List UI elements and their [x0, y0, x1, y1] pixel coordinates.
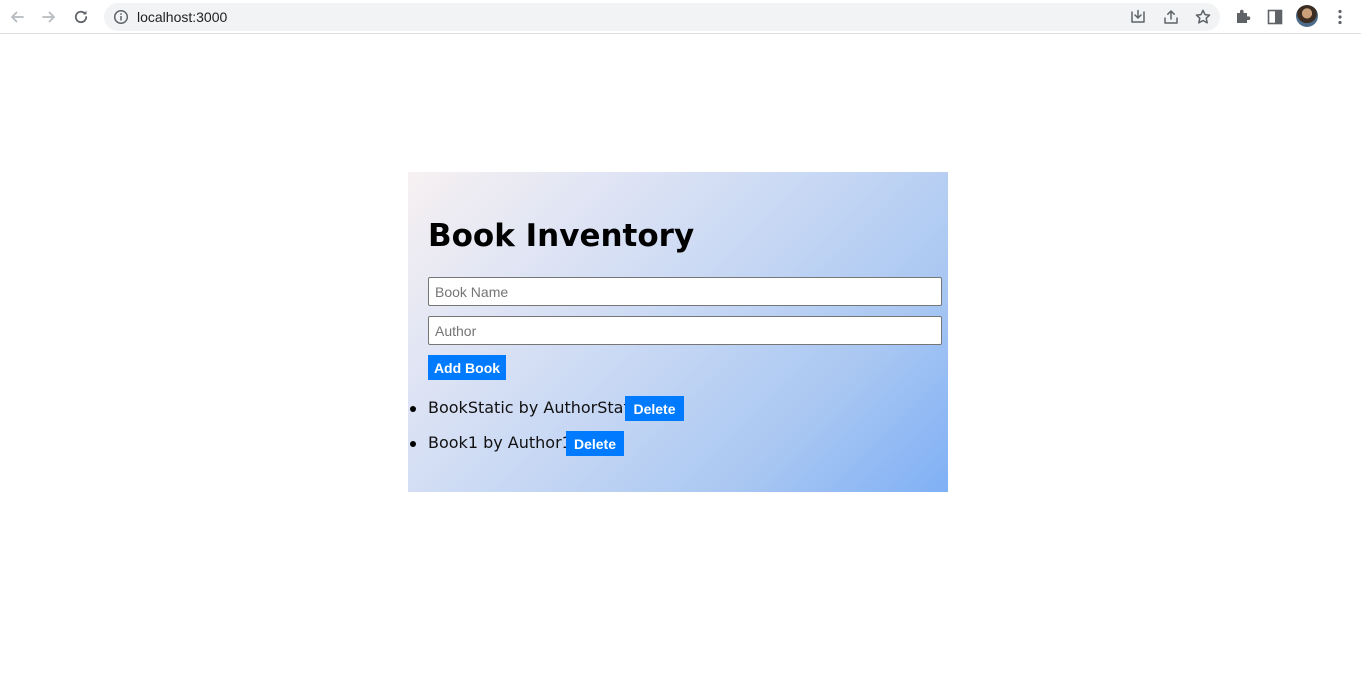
reload-icon [72, 8, 90, 26]
list-bullet [410, 406, 416, 412]
book-inventory-card: Book Inventory Add Book BookStatic by Au… [408, 172, 948, 492]
delete-button[interactable]: Delete [625, 396, 684, 421]
list-bullet [410, 441, 416, 447]
forward-button[interactable] [37, 5, 61, 29]
delete-button[interactable]: Delete [566, 431, 624, 456]
install-app-icon[interactable] [1129, 8, 1147, 26]
author-input[interactable] [428, 316, 942, 345]
back-button[interactable] [5, 5, 29, 29]
extensions-puzzle-icon[interactable] [1233, 7, 1253, 27]
bookmark-star-icon[interactable] [1194, 8, 1212, 26]
forward-arrow-icon [40, 8, 58, 26]
book-entry-text: Book1 by Author1 [428, 433, 572, 452]
url-text: localhost:3000 [137, 9, 228, 25]
reload-button[interactable] [69, 5, 93, 29]
address-bar[interactable]: localhost:3000 [104, 3, 1220, 31]
more-menu-icon[interactable] [1330, 7, 1350, 27]
book-name-input[interactable] [428, 277, 942, 306]
book-entry-text: BookStatic by AuthorStatic [428, 398, 643, 417]
profile-avatar[interactable] [1296, 5, 1318, 27]
add-book-button[interactable]: Add Book [428, 355, 506, 380]
site-info-icon[interactable] [113, 9, 129, 25]
browser-toolbar: localhost:3000 [0, 0, 1361, 34]
page-title: Book Inventory [428, 218, 695, 254]
side-panel-icon[interactable] [1265, 7, 1285, 27]
share-icon[interactable] [1162, 8, 1180, 26]
back-arrow-icon [8, 8, 26, 26]
